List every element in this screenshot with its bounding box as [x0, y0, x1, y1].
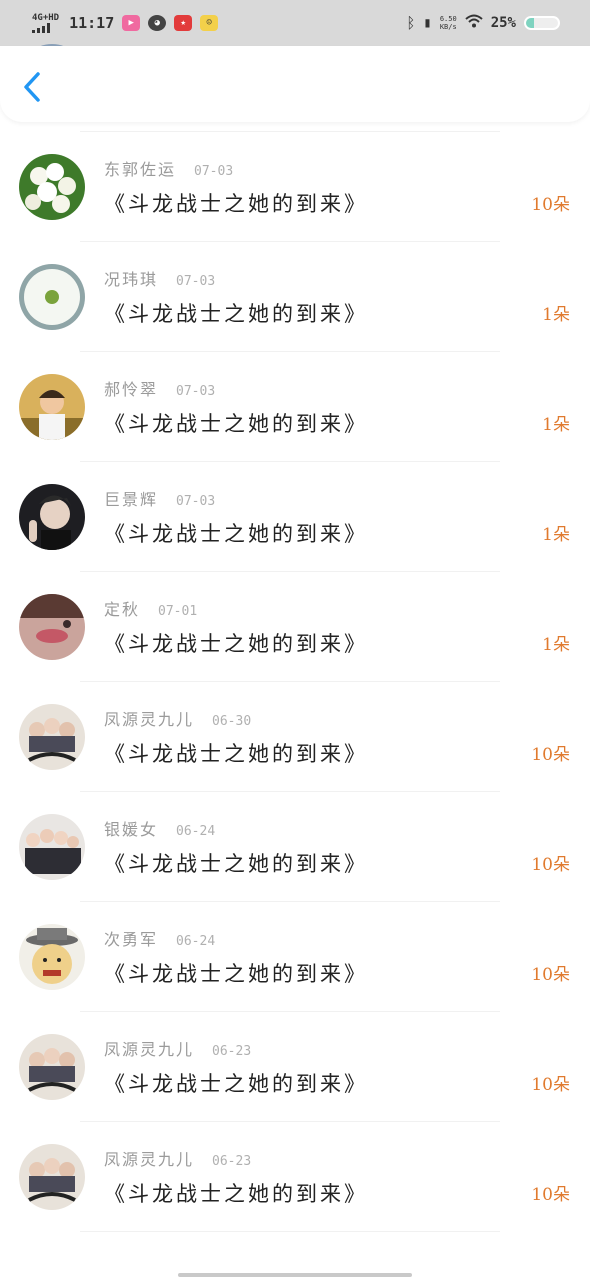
avatar[interactable] — [19, 924, 85, 990]
flower-count: 10朵 — [531, 1075, 570, 1095]
flower-count: 10朵 — [531, 745, 570, 765]
screen: 4G+HD 11:17 ▶ ◕ ★ ☺ ᛒ ▮ 6.50 KB/s 25% 东郭… — [0, 0, 590, 1280]
list-item[interactable]: 郝怜翠 07-03 《斗龙战士之她的到来》 1朵 — [0, 352, 590, 462]
gift-date: 07-03 — [176, 274, 216, 289]
sender-meta: 凤源灵九儿 06-30 — [104, 706, 251, 730]
list-item[interactable]: 次勇军 06-24 《斗龙战士之她的到来》 10朵 — [0, 902, 590, 1012]
header-bar — [0, 46, 590, 122]
work-title[interactable]: 《斗龙战士之她的到来》 — [104, 738, 368, 768]
sender-name[interactable]: 凤源灵九儿 — [104, 706, 194, 730]
work-title[interactable]: 《斗龙战士之她的到来》 — [104, 1068, 368, 1098]
list-item[interactable]: 况玮琪 07-03 《斗龙战士之她的到来》 1朵 — [0, 242, 590, 352]
sender-meta: 银媛女 06-24 — [104, 816, 215, 840]
avatar[interactable] — [19, 484, 85, 550]
list-item[interactable]: 定秋 07-01 《斗龙战士之她的到来》 1朵 — [0, 572, 590, 682]
sender-name[interactable]: 凤源灵九儿 — [104, 1036, 194, 1060]
sender-meta: 凤源灵九儿 06-23 — [104, 1036, 251, 1060]
sender-meta: 次勇军 06-24 — [104, 926, 215, 950]
flower-count: 10朵 — [531, 965, 570, 985]
work-title[interactable]: 《斗龙战士之她的到来》 — [104, 408, 368, 438]
work-title[interactable]: 《斗龙战士之她的到来》 — [104, 848, 368, 878]
flower-count: 10朵 — [531, 1185, 570, 1205]
gift-date: 06-23 — [212, 1154, 252, 1169]
work-title[interactable]: 《斗龙战士之她的到来》 — [104, 1178, 368, 1208]
sender-name[interactable]: 凤源灵九儿 — [104, 1146, 194, 1170]
avatar[interactable] — [19, 814, 85, 880]
gift-date: 06-30 — [212, 714, 252, 729]
avatar[interactable] — [19, 1034, 85, 1100]
gift-date: 06-23 — [212, 1044, 252, 1059]
gift-date: 07-03 — [176, 494, 216, 509]
flower-count: 1朵 — [542, 415, 570, 435]
home-indicator[interactable] — [178, 1273, 412, 1277]
work-title[interactable]: 《斗龙战士之她的到来》 — [104, 518, 368, 548]
work-title[interactable]: 《斗龙战士之她的到来》 — [104, 188, 368, 218]
sender-meta: 况玮琪 07-03 — [104, 266, 215, 290]
divider — [80, 1231, 500, 1232]
chevron-left-icon[interactable] — [20, 70, 46, 104]
work-title[interactable]: 《斗龙战士之她的到来》 — [104, 628, 368, 658]
flower-count: 10朵 — [531, 195, 570, 215]
gift-date: 07-03 — [176, 384, 216, 399]
sender-name[interactable]: 次勇军 — [104, 926, 158, 950]
avatar[interactable] — [19, 264, 85, 330]
gift-date: 06-24 — [176, 934, 216, 949]
avatar[interactable] — [19, 704, 85, 770]
list-item[interactable]: 东郭佐运 07-03 《斗龙战士之她的到来》 10朵 — [0, 132, 590, 242]
flower-count: 1朵 — [542, 305, 570, 325]
sender-name[interactable]: 东郭佐运 — [104, 156, 176, 180]
sender-meta: 郝怜翠 07-03 — [104, 376, 215, 400]
list-item[interactable]: 银媛女 06-24 《斗龙战士之她的到来》 10朵 — [0, 792, 590, 902]
sender-name[interactable]: 郝怜翠 — [104, 376, 158, 400]
flower-count: 10朵 — [531, 855, 570, 875]
list-item[interactable]: 凤源灵九儿 06-23 《斗龙战士之她的到来》 10朵 — [0, 1122, 590, 1232]
gift-date: 06-24 — [176, 824, 216, 839]
avatar[interactable] — [19, 594, 85, 660]
sender-meta: 巨景辉 07-03 — [104, 486, 215, 510]
flower-count: 1朵 — [542, 635, 570, 655]
sender-meta: 东郭佐运 07-03 — [104, 156, 233, 180]
sender-meta: 定秋 07-01 — [104, 596, 197, 620]
sender-meta: 凤源灵九儿 06-23 — [104, 1146, 251, 1170]
list-item[interactable]: 巨景辉 07-03 《斗龙战士之她的到来》 1朵 — [0, 462, 590, 572]
sender-name[interactable]: 银媛女 — [104, 816, 158, 840]
gift-date: 07-03 — [194, 164, 234, 179]
sender-name[interactable]: 况玮琪 — [104, 266, 158, 290]
avatar[interactable] — [19, 1144, 85, 1210]
avatar[interactable] — [19, 154, 85, 220]
sender-name[interactable]: 定秋 — [104, 596, 140, 620]
avatar[interactable] — [19, 374, 85, 440]
sender-name[interactable]: 巨景辉 — [104, 486, 158, 510]
list-item[interactable]: 凤源灵九儿 06-23 《斗龙战士之她的到来》 10朵 — [0, 1012, 590, 1122]
list-item[interactable]: 凤源灵九儿 06-30 《斗龙战士之她的到来》 10朵 — [0, 682, 590, 792]
flower-count: 1朵 — [542, 525, 570, 545]
gift-date: 07-01 — [158, 604, 198, 619]
work-title[interactable]: 《斗龙战士之她的到来》 — [104, 298, 368, 328]
work-title[interactable]: 《斗龙战士之她的到来》 — [104, 958, 368, 988]
